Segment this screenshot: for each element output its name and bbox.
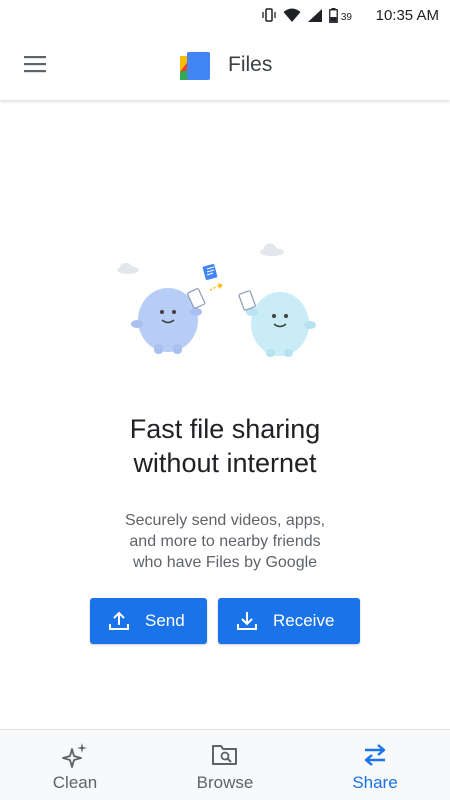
- headline: Fast file sharing without internet: [0, 412, 450, 480]
- nav-label-browse: Browse: [196, 773, 254, 792]
- send-button[interactable]: Send: [90, 598, 207, 644]
- download-icon: [235, 609, 259, 633]
- nav-label-share: Share: [352, 773, 398, 792]
- app-bar: Files: [0, 32, 450, 100]
- app-title: Files: [228, 53, 273, 76]
- status-bar: 39 10:35 AM: [0, 0, 450, 32]
- cloud-right-icon: [260, 243, 284, 256]
- battery-level: 39: [340, 12, 352, 23]
- right-character: [238, 290, 316, 357]
- left-character: [131, 288, 206, 354]
- cloud-left-icon: [117, 263, 139, 274]
- nav-item-clean[interactable]: Clean: [0, 730, 150, 800]
- battery-icon: [328, 7, 338, 28]
- headline-line-1: Fast file sharing: [129, 414, 321, 444]
- nav-item-browse[interactable]: Browse: [150, 730, 300, 800]
- description: Securely send videos, apps, and more to …: [80, 510, 370, 573]
- receive-button[interactable]: Receive: [218, 598, 360, 644]
- nav-item-share[interactable]: Share: [300, 730, 450, 800]
- nav-label-clean: Clean: [52, 773, 98, 792]
- share-illustration: [110, 232, 340, 362]
- description-line-3: who have Files by Google: [132, 554, 318, 571]
- status-icons: 39: [261, 7, 352, 28]
- swap-arrows-icon: [361, 742, 389, 768]
- vibrate-icon: [261, 7, 277, 28]
- receive-button-label: Receive: [273, 611, 335, 630]
- signal-icon: [307, 8, 323, 28]
- send-button-label: Send: [145, 611, 185, 630]
- hamburger-menu-icon: [23, 55, 47, 78]
- file-document-icon: [202, 264, 223, 291]
- menu-button[interactable]: [15, 46, 55, 86]
- upload-icon: [107, 609, 131, 633]
- headline-line-2: without internet: [133, 448, 317, 478]
- files-logo-icon: [178, 50, 212, 84]
- bottom-navigation: Clean Browse Share: [0, 729, 450, 800]
- wifi-icon: [283, 8, 301, 28]
- folder-search-icon: [211, 742, 239, 768]
- description-line-2: and more to nearby friends: [129, 533, 321, 550]
- sparkle-icon: [61, 742, 89, 768]
- description-line-1: Securely send videos, apps,: [124, 512, 326, 529]
- status-time: 10:35 AM: [375, 7, 439, 24]
